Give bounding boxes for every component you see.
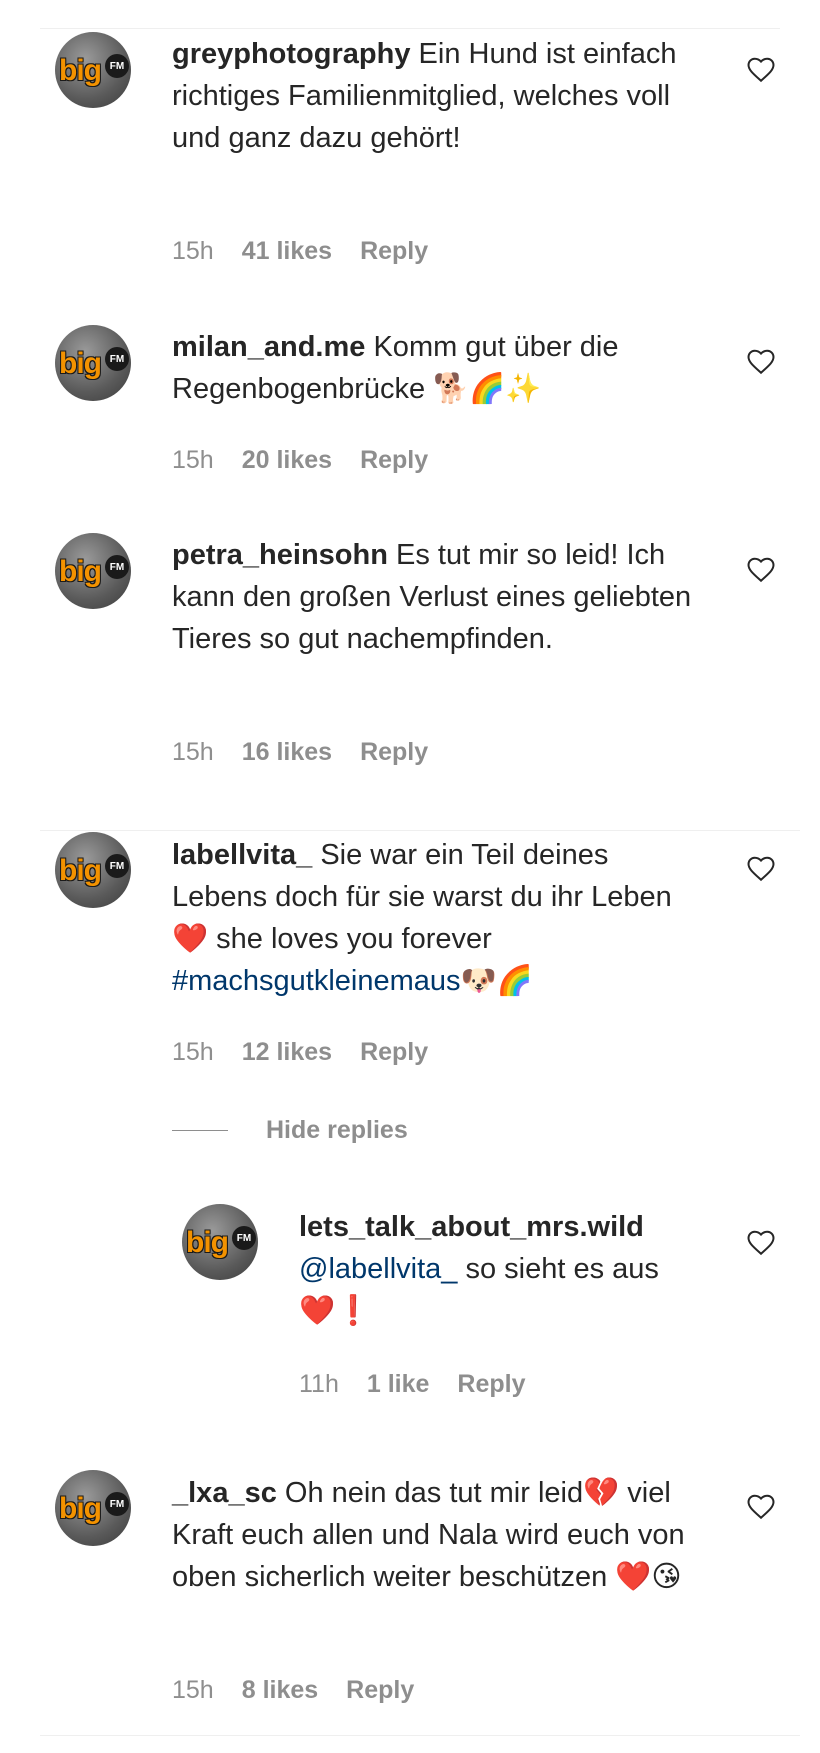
avatar[interactable]: big FM xyxy=(55,325,131,401)
heart-outline-icon[interactable] xyxy=(746,555,776,585)
comment-meta: 15h 41 likes Reply xyxy=(172,237,428,266)
heart-outline-icon[interactable] xyxy=(746,55,776,85)
comment-username[interactable]: petra_heinsohn xyxy=(172,539,388,571)
avatar[interactable]: big FM xyxy=(182,1204,258,1280)
bottom-divider xyxy=(40,1735,800,1736)
comment-meta: 15h 16 likes Reply xyxy=(172,738,428,767)
comment-username[interactable]: lets_talk_about_mrs.wild xyxy=(299,1211,644,1243)
comment-timestamp[interactable]: 15h xyxy=(172,237,214,266)
reply-button[interactable]: Reply xyxy=(360,237,428,266)
top-divider xyxy=(40,28,780,29)
comment-text: greyphotography Ein Hund ist einfach ric… xyxy=(172,38,677,154)
comment-likes[interactable]: 1 like xyxy=(367,1370,430,1399)
comment-timestamp[interactable]: 11h xyxy=(299,1370,339,1399)
reply-button[interactable]: Reply xyxy=(346,1676,414,1705)
comment-username[interactable]: milan_and.me xyxy=(172,331,365,363)
comment-meta: 11h 1 like Reply xyxy=(299,1370,526,1399)
comment-timestamp[interactable]: 15h xyxy=(172,1676,214,1705)
avatar[interactable]: big FM xyxy=(55,1470,131,1546)
reply-button[interactable]: Reply xyxy=(360,446,428,475)
comment-likes[interactable]: 41 likes xyxy=(242,237,332,266)
comment-username[interactable]: _lxa_sc xyxy=(172,1477,277,1509)
hashtag-link[interactable]: #machsgutkleinemaus🐶🌈 xyxy=(172,965,533,997)
avatar[interactable]: big FM xyxy=(55,832,131,908)
comment-likes[interactable]: 20 likes xyxy=(242,446,332,475)
comment-text: milan_and.me Komm gut über die Regenboge… xyxy=(172,331,619,405)
comment-timestamp[interactable]: 15h xyxy=(172,1038,214,1067)
avatar[interactable]: big FM xyxy=(55,533,131,609)
comment-meta: 15h 12 likes Reply xyxy=(172,1038,428,1067)
heart-outline-icon[interactable] xyxy=(746,347,776,377)
comment-text: labellvita_ Sie war ein Teil deines Lebe… xyxy=(172,839,672,997)
mention-link[interactable]: @labellvita_ xyxy=(299,1253,457,1285)
comment-divider xyxy=(40,830,800,831)
hide-replies-line xyxy=(172,1130,228,1131)
heart-outline-icon[interactable] xyxy=(746,1228,776,1258)
comment-likes[interactable]: 16 likes xyxy=(242,738,332,767)
comment-meta: 15h 20 likes Reply xyxy=(172,446,428,475)
avatar[interactable]: big FM xyxy=(55,32,131,108)
hide-replies-button[interactable]: Hide replies xyxy=(172,1116,408,1145)
comment-meta: 15h 8 likes Reply xyxy=(172,1676,414,1705)
comment-timestamp[interactable]: 15h xyxy=(172,738,214,767)
reply-button[interactable]: Reply xyxy=(360,738,428,767)
comment-text: petra_heinsohn Es tut mir so leid! Ich k… xyxy=(172,539,692,655)
heart-outline-icon[interactable] xyxy=(746,1492,776,1522)
comment-username[interactable]: labellvita_ xyxy=(172,839,312,871)
heart-outline-icon[interactable] xyxy=(746,854,776,884)
comment-likes[interactable]: 12 likes xyxy=(242,1038,332,1067)
reply-button[interactable]: Reply xyxy=(457,1370,525,1399)
comment-text: lets_talk_about_mrs.wild @labellvita_ so… xyxy=(299,1211,659,1327)
comment-username[interactable]: greyphotography xyxy=(172,38,410,70)
comment-text: _lxa_sc Oh nein das tut mir leid💔 viel K… xyxy=(172,1477,685,1593)
comment-likes[interactable]: 8 likes xyxy=(242,1676,318,1705)
hide-replies-label: Hide replies xyxy=(266,1116,408,1144)
reply-button[interactable]: Reply xyxy=(360,1038,428,1067)
comment-timestamp[interactable]: 15h xyxy=(172,446,214,475)
